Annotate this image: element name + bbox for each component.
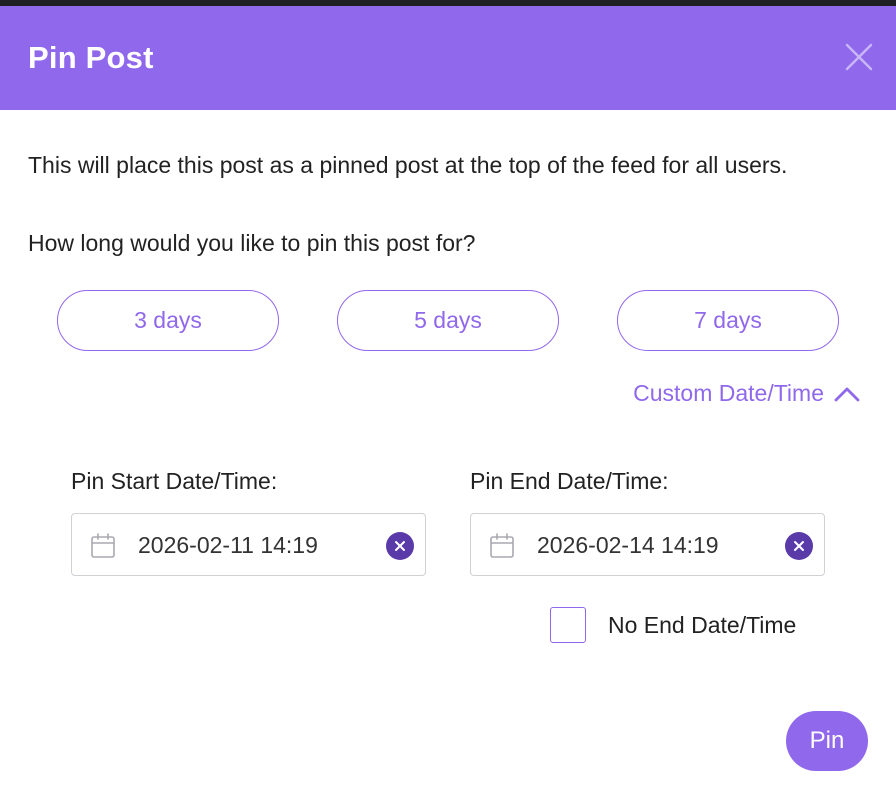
start-datetime-input[interactable] (138, 528, 378, 562)
end-datetime-field[interactable] (470, 513, 825, 576)
clear-start-button[interactable] (386, 532, 414, 560)
preset-3-days-button[interactable]: 3 days (57, 290, 279, 351)
calendar-icon (490, 533, 514, 558)
preset-5-days-button[interactable]: 5 days (337, 290, 559, 351)
modal-description: This will place this post as a pinned po… (28, 152, 788, 178)
chevron-up-icon (834, 387, 860, 401)
modal-header: Pin Post (0, 6, 896, 110)
pin-button[interactable]: Pin (786, 711, 868, 771)
no-end-datetime-checkbox[interactable] (550, 607, 586, 643)
clear-icon (395, 541, 405, 551)
end-datetime-label: Pin End Date/Time: (470, 468, 669, 494)
preset-7-days-button[interactable]: 7 days (617, 290, 839, 351)
no-end-datetime-label: No End Date/Time (608, 611, 797, 638)
clear-icon (794, 541, 804, 551)
custom-datetime-toggle[interactable]: Custom Date/Time (633, 380, 860, 407)
preset-duration-group: 3 days 5 days 7 days (0, 290, 896, 352)
close-button[interactable] (844, 42, 874, 72)
start-datetime-label: Pin Start Date/Time: (71, 468, 278, 494)
duration-question: How long would you like to pin this post… (28, 230, 476, 256)
custom-datetime-label: Custom Date/Time (633, 380, 824, 406)
no-end-datetime-option: No End Date/Time (550, 607, 796, 643)
start-datetime-field[interactable] (71, 513, 426, 576)
calendar-icon (91, 533, 115, 558)
clear-end-button[interactable] (785, 532, 813, 560)
close-icon (845, 43, 873, 71)
modal-title: Pin Post (28, 40, 154, 75)
end-datetime-input[interactable] (537, 528, 777, 562)
